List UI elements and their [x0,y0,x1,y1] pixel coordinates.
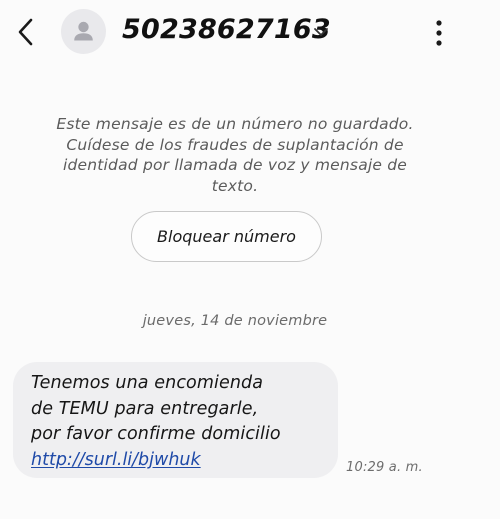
message-text-line: por favor confirme domicilio [31,424,281,444]
warning-line: Cuídese de los fraudes de suplantación d… [66,135,404,154]
expand-contact-button[interactable] [311,23,331,41]
avatar[interactable] [61,9,106,54]
contact-number-title[interactable]: 50238627163 [122,12,331,48]
back-button[interactable] [8,14,42,50]
chevron-down-icon [314,28,328,36]
message-link[interactable]: http://surl.li/bjwhuk [31,448,201,474]
incoming-message-bubble[interactable]: Tenemos una encomienda de TEMU para entr… [13,362,338,478]
more-vertical-icon [436,20,442,46]
message-timestamp: 10:29 a. m. [346,460,423,475]
block-number-button[interactable]: Bloquear número [131,211,322,262]
person-icon [74,21,93,41]
message-text-line: de TEMU para entregarle, [31,398,259,419]
message-text-line: Tenemos una encomienda [31,373,264,393]
warning-line: Este mensaje es de un número no guardado… [56,115,414,133]
chevron-left-icon [18,18,33,46]
unsaved-number-warning: Este mensaje es de un número no guardado… [40,114,430,196]
messages-app: 50238627163 Este mensaje es de un número… [0,0,500,519]
conversation-header: 50238627163 [0,0,500,66]
warning-line: texto. [211,176,259,195]
date-separator: jueves, 14 de noviembre [142,313,328,329]
more-options-button[interactable] [424,14,454,52]
warning-line: identidad por llamada de voz y mensaje d… [62,156,408,174]
